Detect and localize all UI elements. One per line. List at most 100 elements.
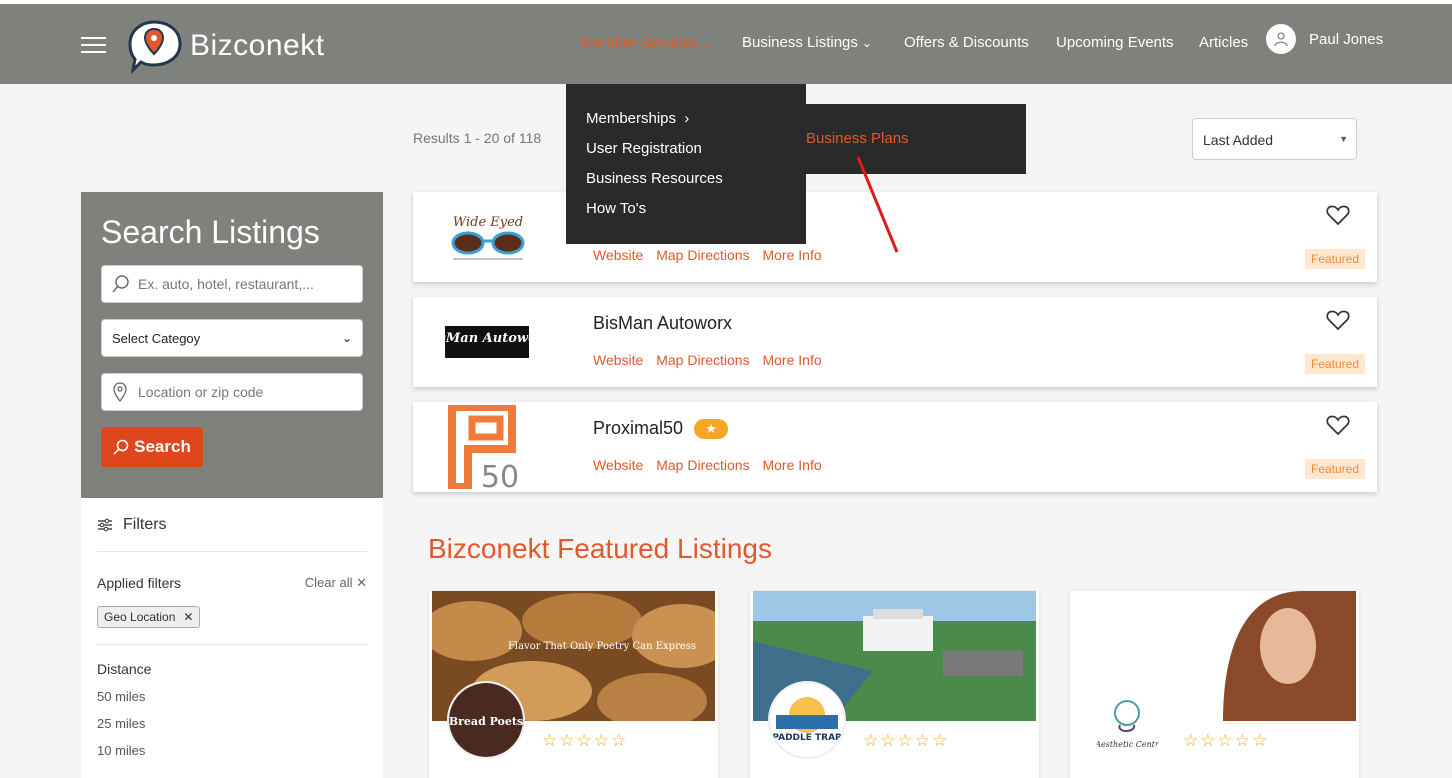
distance-option[interactable]: 50 miles [97, 689, 367, 704]
map-directions-link[interactable]: Map Directions [656, 247, 749, 263]
clear-all-link[interactable]: Clear all ✕ [305, 575, 367, 591]
search-button[interactable]: Search [101, 427, 203, 467]
search-placeholder: Ex. auto, hotel, restaurant,... [138, 276, 314, 292]
nav-member-services[interactable]: Member Services ⌄ [581, 34, 712, 51]
heart-icon[interactable] [1326, 414, 1350, 436]
nav-offers-discounts[interactable]: Offers & Discounts [904, 34, 1029, 51]
featured-card[interactable]: Flavor That Only Poetry Can Express Brea… [429, 591, 718, 778]
nav-upcoming-events[interactable]: Upcoming Events [1056, 34, 1174, 51]
menu-item-user-registration[interactable]: User Registration [566, 139, 806, 169]
filters-title: Filters [123, 516, 167, 533]
featured-card[interactable]: PADDLE TRAP ☆☆☆☆☆ [750, 591, 1039, 778]
featured-badge[interactable]: Featured [1305, 249, 1366, 269]
filters-panel: Filters Applied filters Clear all ✕ Geo … [81, 498, 383, 778]
listing-links: Website Map Directions More Info [593, 247, 831, 263]
chevron-right-icon: › [684, 110, 690, 127]
map-directions-link[interactable]: Map Directions [656, 352, 749, 368]
user-avatar-icon [1266, 24, 1296, 54]
svg-text:Flavor That Only Poetry Can Ex: Flavor That Only Poetry Can Express [508, 641, 696, 652]
site-logo[interactable]: Bizconekt [124, 16, 325, 76]
listing-logo[interactable]: 50 [413, 402, 563, 492]
menu-item-business-resources[interactable]: Business Resources [566, 169, 806, 199]
search-panel: Search Listings Ex. auto, hotel, restaur… [81, 192, 383, 498]
listing-name-text: Proximal50 [593, 418, 684, 438]
sliders-icon [98, 518, 112, 532]
featured-badge[interactable]: Featured [1305, 354, 1366, 374]
annotation-arrow [856, 156, 899, 253]
nav-articles[interactable]: Articles [1199, 34, 1248, 51]
listing-links: Website Map Directions More Info [593, 352, 831, 368]
menu-item-how-tos[interactable]: How To's [566, 199, 806, 229]
chevron-down-icon: ⌄ [701, 36, 712, 50]
search-icon [112, 275, 138, 293]
star-rating[interactable]: ☆☆☆☆☆ [863, 731, 949, 751]
logo-text: Bizconekt [190, 29, 325, 62]
menu-item-label: Memberships [586, 110, 677, 127]
star-icon: ★ [694, 418, 729, 439]
nav-label: Business Listings [742, 34, 858, 51]
location-pin-icon [112, 382, 138, 402]
category-selected-value: Select Categoy [112, 330, 201, 346]
featured-badge[interactable]: Featured [1305, 459, 1366, 479]
more-info-link[interactable]: More Info [762, 247, 821, 263]
distance-option[interactable]: 25 miles [97, 716, 367, 731]
heart-icon[interactable] [1326, 309, 1350, 331]
sort-selected-value: Last Added [1203, 132, 1274, 148]
star-rating[interactable]: ☆☆☆☆☆ [1183, 731, 1269, 751]
close-icon[interactable]: ✕ [183, 610, 193, 624]
sort-select[interactable]: Last Added ▼ [1192, 118, 1357, 160]
caret-down-icon: ▼ [1339, 134, 1348, 144]
menu-item-business-plans[interactable]: Business Plans [806, 130, 1026, 147]
listing-name[interactable]: BisMan Autoworx [593, 313, 732, 334]
location-input[interactable]: Location or zip code [101, 373, 363, 411]
results-count: Results 1 - 20 of 118 [413, 130, 542, 146]
featured-listings-heading: Bizconekt Featured Listings [428, 533, 772, 564]
listing-logo[interactable]: Wide Eyed [413, 192, 563, 282]
business-logo-badge[interactable]: PADDLE TRAP [768, 681, 846, 759]
user-menu[interactable]: Paul Jones [1266, 24, 1383, 54]
menu-item-memberships[interactable]: Memberships › [566, 109, 806, 139]
chip-label: Geo Location [104, 610, 176, 624]
listing-card: BisMan Autoworx BisMan Autoworx Website … [413, 297, 1377, 387]
nav-label: Offers & Discounts [904, 34, 1029, 51]
filters-header: Filters [97, 516, 367, 552]
nav-label: Articles [1199, 34, 1249, 51]
svg-text:BisMan Autoworx: BisMan Autoworx [443, 331, 533, 346]
more-info-link[interactable]: More Info [762, 352, 821, 368]
search-button-label: Search [134, 437, 191, 456]
chevron-down-icon: ⌄ [861, 36, 872, 50]
search-input[interactable]: Ex. auto, hotel, restaurant,... [101, 265, 363, 303]
hamburger-menu-icon[interactable] [81, 37, 106, 54]
star-rating[interactable]: ☆☆☆☆☆ [542, 731, 628, 751]
business-logo-badge[interactable]: Aesthetic Centr [1088, 681, 1166, 759]
clear-all-label: Clear all [304, 575, 353, 590]
map-directions-link[interactable]: Map Directions [656, 457, 749, 473]
svg-text:Wide Eyed: Wide Eyed [453, 215, 523, 230]
close-icon: ✕ [356, 575, 367, 590]
svg-text:Aesthetic Centr: Aesthetic Centr [1094, 740, 1160, 749]
business-logo-badge[interactable]: Bread Poets [447, 681, 525, 759]
search-panel-title: Search Listings [101, 214, 320, 250]
heart-icon[interactable] [1326, 204, 1350, 226]
category-select[interactable]: Select Categoy ⌄ [101, 319, 363, 357]
nav-business-listings[interactable]: Business Listings ⌄ [742, 34, 872, 51]
nav-label: Member Services [581, 34, 698, 51]
user-name: Paul Jones [1309, 30, 1384, 48]
listing-card: 50 Proximal50 ★ Website Map Directions M… [413, 402, 1377, 492]
filter-chip-geo-location[interactable]: Geo Location ✕ [97, 606, 201, 628]
nav-label: Upcoming Events [1056, 34, 1174, 51]
applied-filters-label: Applied filters [97, 575, 182, 591]
listing-links: Website Map Directions More Info [593, 457, 831, 473]
website-link[interactable]: Website [593, 352, 643, 368]
svg-text:PADDLE TRAP: PADDLE TRAP [772, 733, 842, 743]
website-link[interactable]: Website [593, 457, 643, 473]
listing-name[interactable]: Proximal50 ★ [593, 418, 729, 439]
website-link[interactable]: Website [593, 247, 643, 263]
svg-text:Bread Poets: Bread Poets [449, 715, 523, 728]
member-services-dropdown: Memberships › User Registration Business… [566, 84, 806, 244]
more-info-link[interactable]: More Info [762, 457, 821, 473]
distance-option[interactable]: 10 miles [97, 743, 367, 758]
listing-logo[interactable]: BisMan Autoworx [413, 297, 563, 387]
featured-card[interactable]: Aesthetic Centr ☆☆☆☆☆ [1070, 591, 1359, 778]
svg-text:50: 50 [481, 460, 519, 489]
